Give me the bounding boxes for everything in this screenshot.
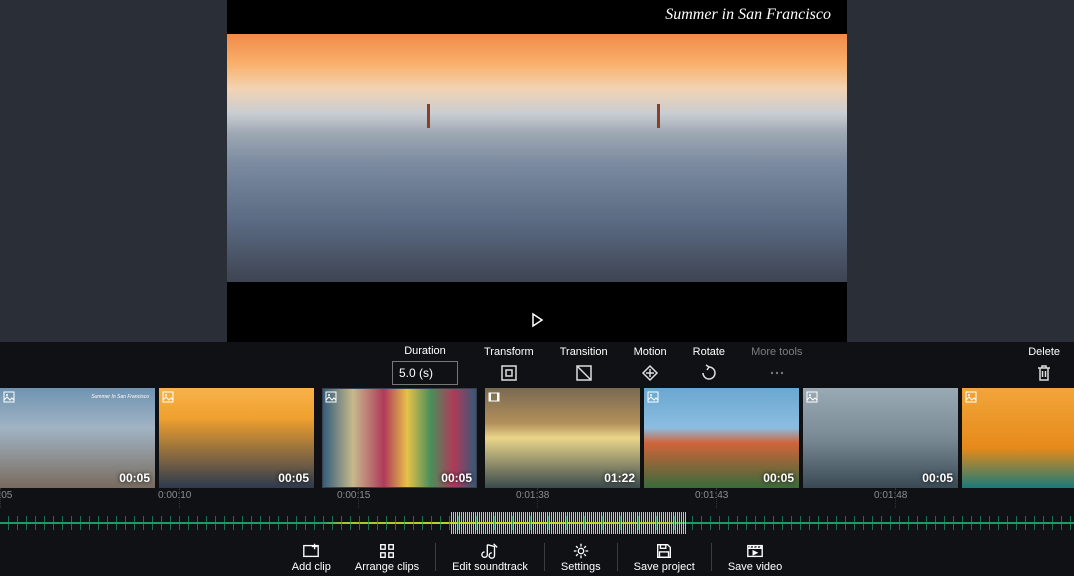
soundtrack-label: Edit soundtrack [452, 561, 528, 573]
clip-duration: 00:05 [119, 471, 150, 485]
duration-label: Duration [404, 345, 446, 357]
image-badge-icon [3, 391, 15, 403]
ruler: 0:00:050:00:100:00:150:01:380:01:430:01:… [0, 488, 1074, 508]
tick-label: 0:00:10 [158, 490, 191, 501]
clip-thumbnail[interactable]: 00:05 [962, 388, 1074, 488]
ruler-tick: 0:01:38 [537, 488, 716, 508]
clip-duration: 00:05 [922, 471, 953, 485]
duration-group: Duration [392, 345, 458, 385]
image-badge-icon [162, 391, 174, 403]
clip-toolbar: Duration Transform Transition Motion Rot… [0, 342, 1074, 388]
transform-label: Transform [484, 346, 534, 358]
more-tools-group[interactable]: More tools [751, 346, 802, 384]
play-icon [529, 312, 545, 328]
gear-icon [572, 542, 590, 560]
tick-label: 0:01:38 [516, 490, 549, 501]
clip-duration: 00:05 [763, 471, 794, 485]
clip-strip[interactable]: Summer In San Francisco 00:05 00:05 00:05 01… [0, 388, 1074, 488]
clip-thumbnail[interactable]: 00:05 [803, 388, 958, 488]
transition-label: Transition [560, 346, 608, 358]
duration-input[interactable] [392, 361, 458, 385]
bottom-bar: Add clip Arrange clips Edit soundtrack S… [0, 538, 1074, 576]
ruler-tick: 0:01:43 [716, 488, 895, 508]
rotate-group[interactable]: Rotate [693, 346, 725, 384]
image-badge-icon [325, 391, 337, 403]
rotate-label: Rotate [693, 346, 725, 358]
save-project-label: Save project [634, 561, 695, 573]
settings-label: Settings [561, 561, 601, 573]
clip-duration: 00:05 [278, 471, 309, 485]
image-badge-icon [647, 391, 659, 403]
preview-stage: Summer in San Francisco [0, 0, 1074, 342]
preview-title-overlay: Summer in San Francisco [665, 6, 831, 24]
save-icon [655, 542, 673, 560]
ruler-tick: 0:00:05 [0, 488, 179, 508]
tick-label: 0:00:15 [337, 490, 370, 501]
video-badge-icon [488, 391, 500, 403]
trash-icon [1033, 362, 1055, 384]
timeline[interactable]: 0:00:050:00:100:00:150:01:380:01:430:01:… [0, 488, 1074, 538]
motion-label: Motion [634, 346, 667, 358]
clip-thumbnail[interactable]: 00:05 [644, 388, 799, 488]
preview-image [227, 34, 847, 282]
save-project-button[interactable]: Save project [622, 538, 707, 576]
save-video-label: Save video [728, 561, 782, 573]
more-icon [766, 362, 788, 384]
bridge-silhouette [227, 104, 847, 174]
tick-label: 0:01:48 [874, 490, 907, 501]
clip-thumbnail[interactable]: Summer In San Francisco 00:05 [0, 388, 155, 488]
clip-duration: 01:22 [604, 471, 635, 485]
ruler-tick: 0:00:15 [358, 488, 537, 508]
save-video-button[interactable]: Save video [716, 538, 794, 576]
clip-duration: 00:05 [441, 471, 472, 485]
transition-group[interactable]: Transition [560, 346, 608, 384]
more-tools-label: More tools [751, 346, 802, 358]
add-clip-icon [302, 542, 320, 560]
tick-label: 0:00:05 [0, 490, 12, 501]
motion-group[interactable]: Motion [634, 346, 667, 384]
transform-group[interactable]: Transform [484, 346, 534, 384]
arrange-label: Arrange clips [355, 561, 419, 573]
delete-label: Delete [1028, 346, 1060, 358]
motion-icon [639, 362, 661, 384]
image-badge-icon [965, 391, 977, 403]
arrange-clips-button[interactable]: Arrange clips [343, 538, 431, 576]
video-preview: Summer in San Francisco [227, 0, 847, 342]
audio-waveform[interactable] [0, 508, 1074, 538]
save-video-icon [746, 542, 764, 560]
image-badge-icon [806, 391, 818, 403]
clip-subtitle: Summer In San Francisco [91, 394, 149, 400]
clip-thumbnail[interactable]: 01:22 [485, 388, 640, 488]
clip-thumbnail[interactable]: 00:05 [322, 388, 477, 488]
ruler-tick: 0:00:10 [179, 488, 358, 508]
edit-soundtrack-button[interactable]: Edit soundtrack [440, 538, 540, 576]
settings-button[interactable]: Settings [549, 538, 613, 576]
play-button[interactable] [529, 312, 545, 328]
arrange-icon [378, 542, 396, 560]
transition-icon [573, 362, 595, 384]
ruler-tick: 0:01:48 [895, 488, 1074, 508]
clip-thumbnail[interactable]: 00:05 [159, 388, 314, 488]
soundtrack-icon [481, 542, 499, 560]
transform-icon [498, 362, 520, 384]
tick-label: 0:01:43 [695, 490, 728, 501]
add-clip-label: Add clip [292, 561, 331, 573]
delete-group[interactable]: Delete [1028, 346, 1060, 384]
add-clip-button[interactable]: Add clip [280, 538, 343, 576]
rotate-icon [698, 362, 720, 384]
